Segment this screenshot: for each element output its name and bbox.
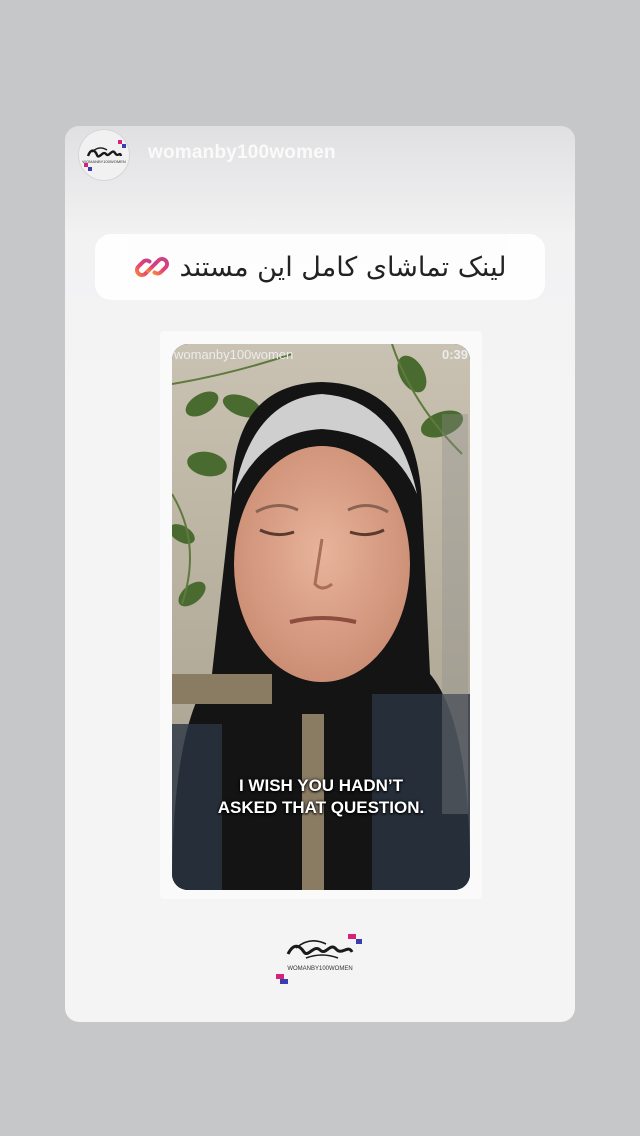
video-post-frame: womanby100women 0:39 I WISH YOU HADN’T A…: [160, 331, 482, 899]
profile-avatar[interactable]: WOMANBY100WOMEN: [79, 130, 129, 180]
story-card: WOMANBY100WOMEN womanby100women لینک تما…: [65, 126, 575, 1022]
story-username[interactable]: womanby100women: [148, 142, 336, 164]
video-duration: 0:39: [441, 347, 468, 362]
svg-text:WOMANBY100WOMEN: WOMANBY100WOMEN: [82, 159, 126, 164]
svg-text:WOMANBY100WOMEN: WOMANBY100WOMEN: [287, 966, 352, 972]
video-username: womanby100women: [174, 347, 294, 362]
brand-logo-icon: WOMANBY100WOMEN: [82, 140, 126, 171]
video-caption: I WISH YOU HADN’T ASKED THAT QUESTION.: [217, 776, 425, 817]
brand-logo-icon: WOMANBY100WOMEN: [276, 934, 362, 984]
footer-brand-logo: WOMANBY100WOMEN: [276, 934, 366, 986]
video-player[interactable]: womanby100women 0:39 I WISH YOU HADN’T A…: [172, 344, 470, 890]
link-sticker-text: لینک تماشای کامل این مستند: [179, 251, 507, 283]
link-sticker[interactable]: لینک تماشای کامل این مستند: [95, 234, 545, 300]
link-icon: [134, 257, 169, 277]
